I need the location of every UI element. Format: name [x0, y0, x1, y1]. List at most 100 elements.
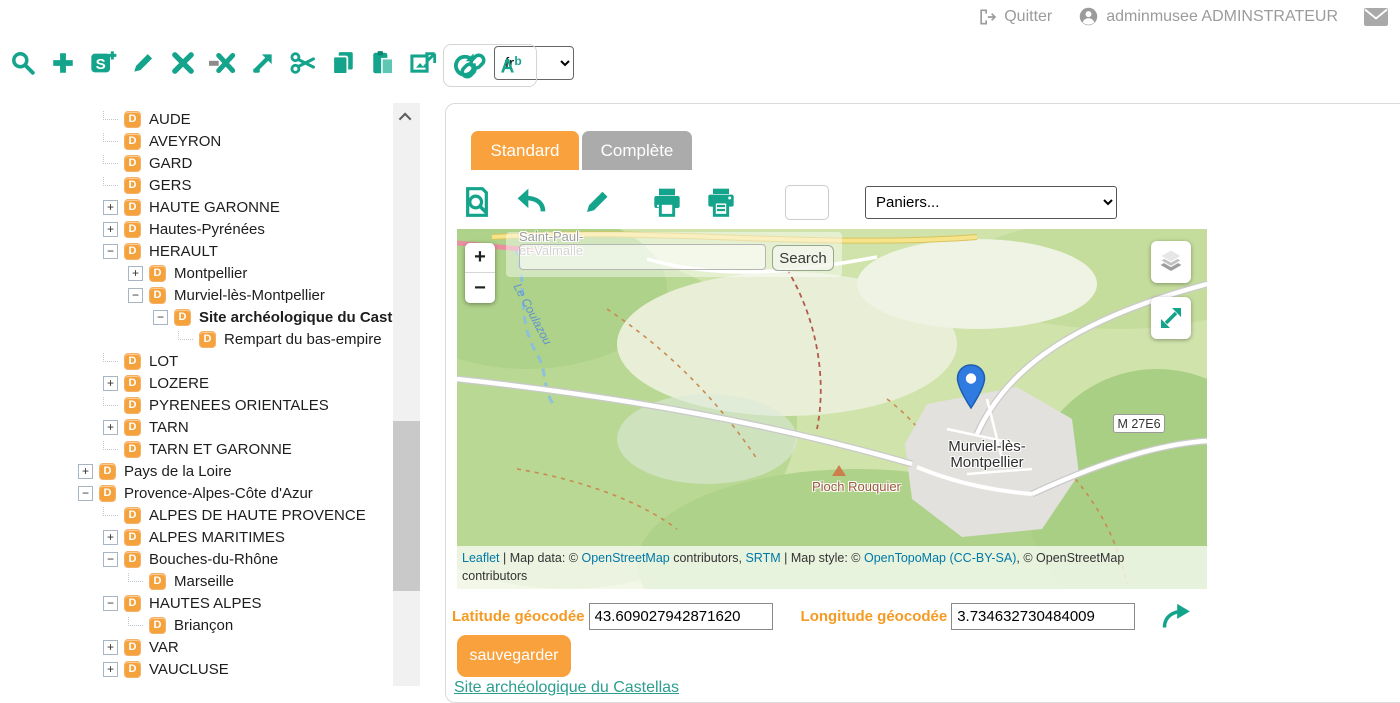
preview-icon[interactable] [459, 184, 495, 220]
print-list-icon[interactable] [703, 184, 739, 220]
document-type-badge: D [99, 485, 116, 502]
map-marker-icon[interactable] [956, 364, 986, 410]
expand-icon[interactable]: + [103, 662, 118, 677]
expand-icon[interactable]: + [78, 464, 93, 479]
quit-button[interactable]: Quitter [977, 7, 1052, 27]
cut-icon[interactable] [288, 48, 318, 78]
alphabetical-icon[interactable]: Ab [501, 55, 522, 76]
tree-item[interactable]: +DVAR [0, 636, 393, 658]
map-tiles [457, 229, 1207, 589]
collapse-icon[interactable]: − [78, 486, 93, 501]
expand-icon[interactable]: + [103, 640, 118, 655]
link-icon[interactable] [458, 51, 488, 81]
image-link-icon[interactable] [408, 48, 438, 78]
map[interactable]: Saint-Paul- et-Valmalle Le Coulazou Murv… [457, 229, 1207, 589]
tab-standard[interactable]: Standard [471, 131, 579, 170]
attribution-link[interactable]: OpenTopoMap [864, 551, 946, 565]
user-menu[interactable]: adminmusee ADMINSTRATEUR [1078, 6, 1338, 27]
tree-item-label: Provence-Alpes-Côte d'Azur [124, 485, 313, 502]
add-site-icon[interactable]: S [88, 48, 118, 78]
tree-item[interactable]: +DVAUCLUSE [0, 658, 393, 680]
scrollbar-thumb[interactable] [393, 421, 420, 591]
tree-item[interactable]: −DBouches-du-Rhône [0, 548, 393, 570]
attribution-line1: Leaflet | Map data: © OpenStreetMap cont… [462, 549, 1202, 567]
map-search-button[interactable]: Search [772, 245, 834, 271]
add-icon[interactable] [48, 48, 78, 78]
tree-item[interactable]: DGARD [0, 152, 393, 174]
tree-item[interactable]: DGERS [0, 174, 393, 196]
tree-item[interactable]: DLOT [0, 350, 393, 372]
print-icon[interactable] [649, 184, 685, 220]
tab-complete[interactable]: Complète [582, 131, 692, 170]
latitude-input[interactable] [589, 603, 773, 630]
expand-icon[interactable]: + [128, 266, 143, 281]
search-icon[interactable] [8, 48, 38, 78]
record-number-input[interactable] [785, 185, 829, 220]
tree-item-label: ALPES MARITIMES [149, 529, 285, 546]
tree-item[interactable]: DALPES DE HAUTE PROVENCE [0, 504, 393, 526]
bottom-record-link[interactable]: Site archéologique du Castellas [454, 679, 679, 697]
tree-item-label: TARN [149, 419, 189, 436]
layers-control[interactable] [1151, 241, 1191, 283]
document-type-badge: D [124, 639, 141, 656]
tree-item[interactable]: −DHERAULT [0, 240, 393, 262]
tree-item[interactable]: DTARN ET GARONNE [0, 438, 393, 460]
document-type-badge: D [124, 353, 141, 370]
baskets-select[interactable]: Paniers... [865, 186, 1117, 219]
share-icon[interactable] [1161, 602, 1191, 630]
attribution-link[interactable]: OpenStreetMap [581, 551, 669, 565]
tree-item[interactable]: −DSite archéologique du Castellas [0, 306, 393, 328]
document-type-badge: D [149, 573, 166, 590]
tree-item[interactable]: +DMontpellier [0, 262, 393, 284]
longitude-input[interactable] [951, 603, 1135, 630]
scroll-up-icon[interactable] [393, 103, 420, 131]
tree-item[interactable]: DRempart du bas-empire [0, 328, 393, 350]
collapse-icon[interactable]: − [103, 596, 118, 611]
delete-icon[interactable] [168, 48, 198, 78]
detach-icon[interactable] [208, 48, 238, 78]
fullscreen-control[interactable] [1151, 297, 1191, 339]
tree-connector [103, 353, 118, 362]
collapse-icon[interactable]: − [103, 552, 118, 567]
undo-icon[interactable] [513, 184, 549, 220]
expand-icon[interactable]: + [103, 530, 118, 545]
tree-item-label: Briançon [174, 617, 233, 634]
expand-icon[interactable]: + [103, 376, 118, 391]
tree-item[interactable]: −D Provence-Alpes-Côte d'Azur [0, 482, 393, 504]
tree-item[interactable]: −DHAUTES ALPES [0, 592, 393, 614]
attribution-link[interactable]: SRTM [745, 551, 780, 565]
tree-item[interactable]: +DHAUTE GARONNE [0, 196, 393, 218]
expand-icon[interactable]: + [103, 222, 118, 237]
tree-item[interactable]: +DTARN [0, 416, 393, 438]
tree-item[interactable]: DAVEYRON [0, 130, 393, 152]
tree-item[interactable]: DPYRENEES ORIENTALES [0, 394, 393, 416]
tree-item[interactable]: +DLOZERE [0, 372, 393, 394]
tree-item[interactable]: DMarseille [0, 570, 393, 592]
expand-icon[interactable]: + [103, 420, 118, 435]
tree-item[interactable]: +DALPES MARITIMES [0, 526, 393, 548]
collapse-icon[interactable]: − [153, 310, 168, 325]
logout-icon [977, 7, 997, 27]
copy-icon[interactable] [328, 48, 358, 78]
mail-icon[interactable] [1364, 8, 1388, 26]
expand-icon[interactable]: + [103, 200, 118, 215]
move-icon[interactable] [248, 48, 278, 78]
attribution-link[interactable]: (CC-BY-SA) [949, 551, 1016, 565]
attribution-link[interactable]: Leaflet [462, 551, 500, 565]
edit-record-icon[interactable] [579, 184, 615, 220]
edit-icon[interactable] [128, 48, 158, 78]
collapse-icon[interactable]: − [128, 288, 143, 303]
tree-scrollbar[interactable] [393, 103, 420, 686]
paste-icon[interactable] [368, 48, 398, 78]
collapse-icon[interactable]: − [103, 244, 118, 259]
document-type-badge: D [124, 551, 141, 568]
save-button[interactable]: sauvegarder [457, 635, 571, 677]
tree-item[interactable]: −DMurviel-lès-Montpellier [0, 284, 393, 306]
tree-item[interactable]: DAUDE [0, 108, 393, 130]
map-search-input[interactable] [519, 244, 766, 270]
tree-item[interactable]: +DPays de la Loire [0, 460, 393, 482]
zoom-out-button[interactable]: − [465, 273, 495, 303]
zoom-in-button[interactable]: + [465, 243, 495, 273]
tree-item[interactable]: +DHautes-Pyrénées [0, 218, 393, 240]
tree-item[interactable]: DBriançon [0, 614, 393, 636]
